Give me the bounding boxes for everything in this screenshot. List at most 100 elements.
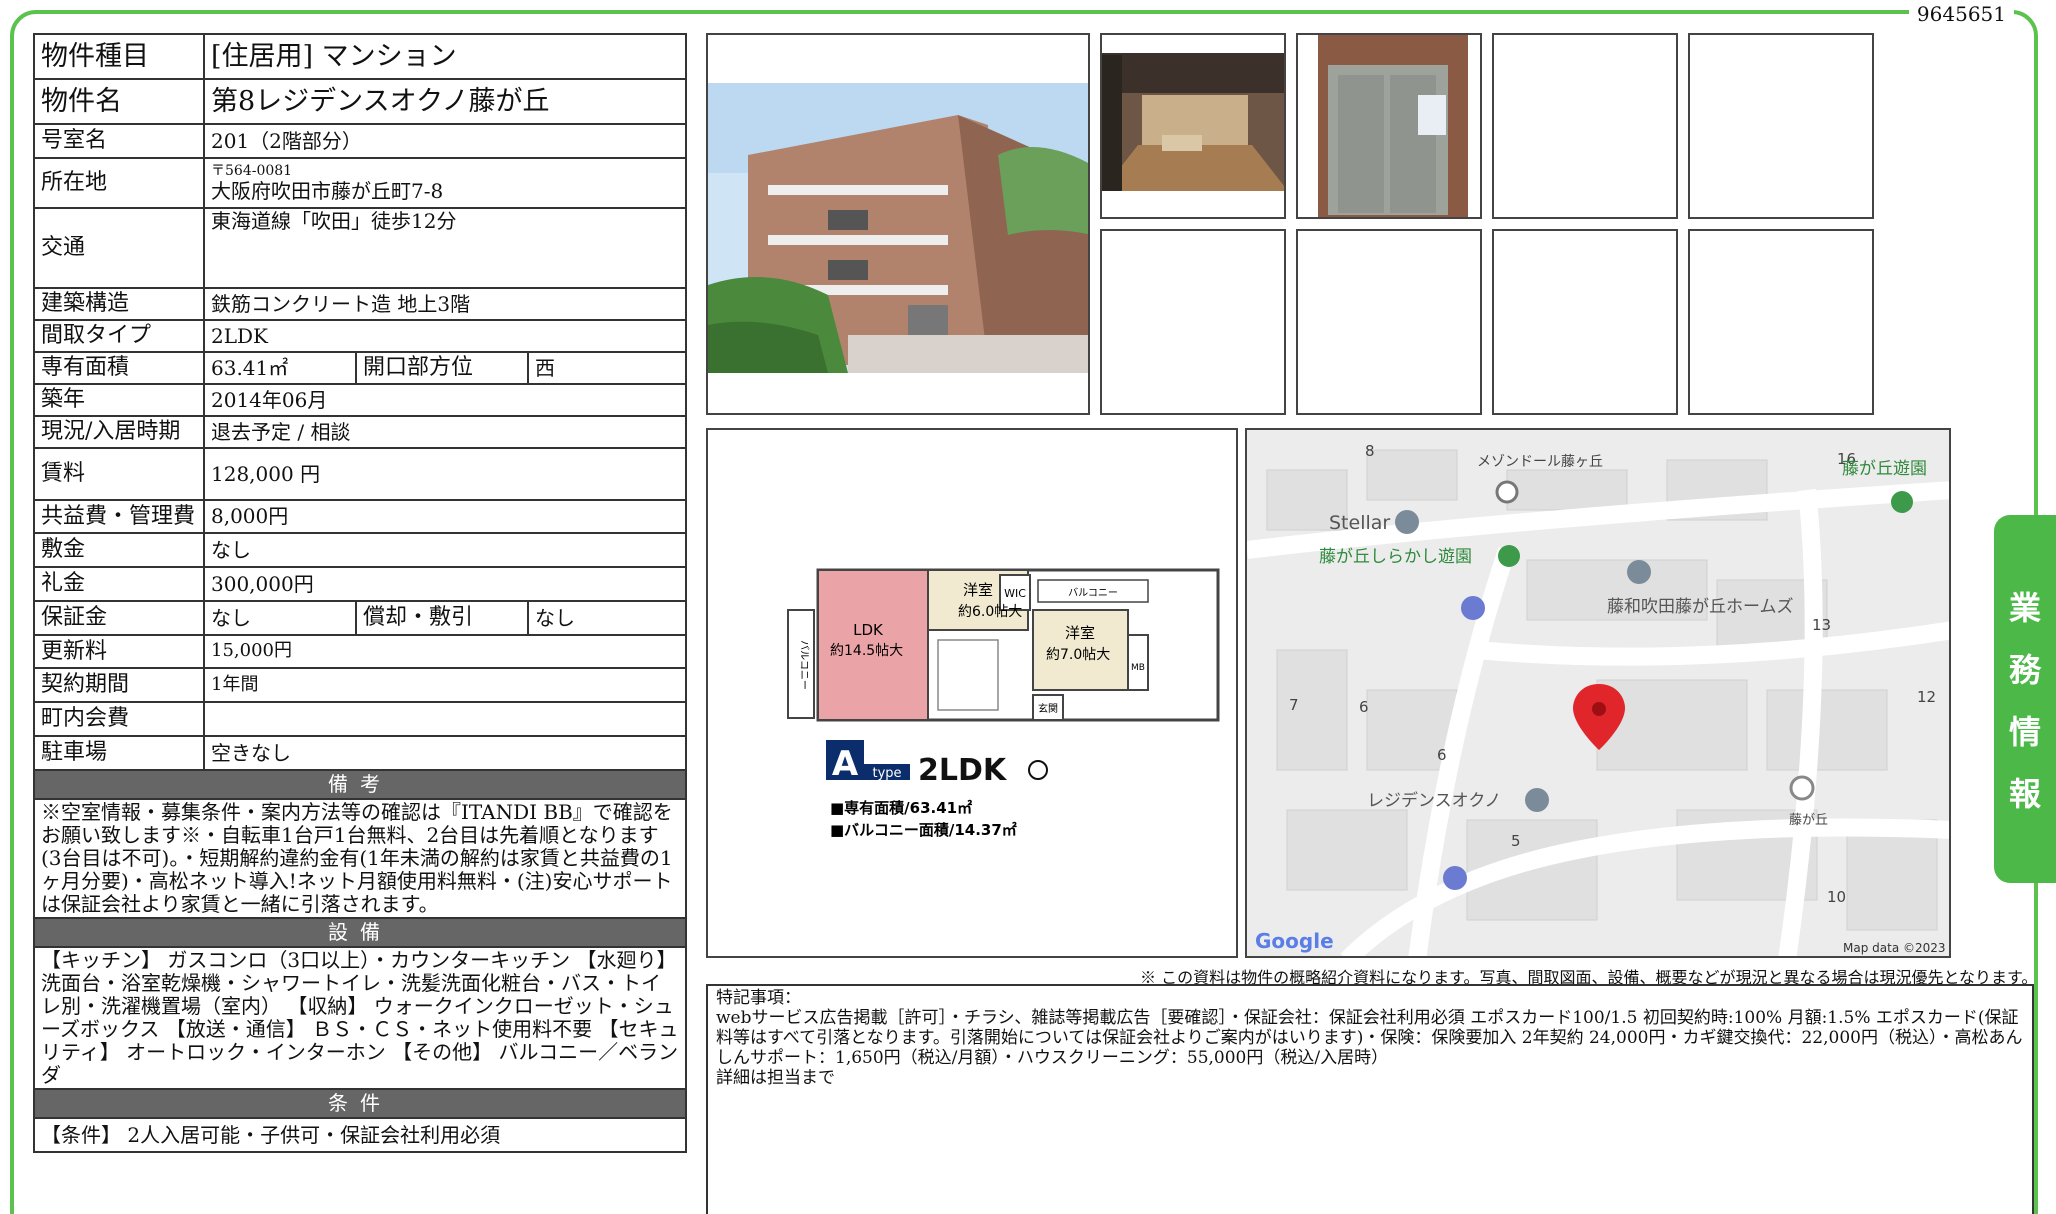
- place-pin-icon: [1395, 510, 1419, 534]
- mb-label: MB: [1131, 663, 1145, 673]
- interior-photo-door[interactable]: [1296, 33, 1482, 219]
- door-image: [1318, 35, 1468, 217]
- photo-slot-empty: [1492, 229, 1678, 415]
- room2-label: 洋室: [1065, 624, 1095, 642]
- photo-slot-empty: [1492, 33, 1678, 219]
- value-access: 東海道線「吹田」徒歩12分: [202, 207, 688, 289]
- ldk-label: LDK: [853, 621, 884, 639]
- photo-slot-empty: [1296, 229, 1482, 415]
- equipment-text: 【キッチン】 ガスコンロ（3口以上）・カウンターキッチン 【水廻り】 洗面台・浴…: [32, 946, 688, 1090]
- wic-label: WIC: [1004, 587, 1026, 600]
- type-layout: 2LDK: [918, 753, 1008, 788]
- postal-code: 〒564-0081: [211, 163, 293, 180]
- label-amortization: 償却・敷引: [355, 600, 529, 636]
- value-rent: 128,000 円: [202, 447, 688, 501]
- map-number: 6: [1359, 698, 1369, 716]
- location-map[interactable]: 8 16 13 12 7 6 6 5 10 メゾンドール藤ヶ丘 Stellar …: [1245, 428, 1951, 958]
- special-remarks-box: 特記事項： webサービス広告掲載［許可］・チラシ、雑誌等掲載広告［要確認］・保…: [706, 984, 2034, 1214]
- value-address: 〒564-0081 大阪府吹田市藤が丘町7-8: [202, 157, 688, 209]
- type-word: type: [872, 766, 901, 781]
- map-number: 13: [1812, 616, 1831, 634]
- label-access: 交通: [33, 207, 205, 289]
- parking-pin-icon: [1443, 866, 1467, 890]
- value-area: 63.41㎡: [203, 351, 357, 385]
- tab-char: 務: [2008, 651, 2041, 689]
- map-label-residence: レジデンスオクノ: [1367, 790, 1501, 811]
- remarks-footer: 詳細は担当まで: [716, 1068, 835, 1089]
- map-number: 12: [1917, 688, 1936, 706]
- label-key-money: 礼金: [33, 566, 205, 602]
- label-parking: 駐車場: [33, 735, 205, 771]
- map-label-towa: 藤和吹田藤が丘ホームズ: [1607, 597, 1794, 617]
- map-number: 8: [1365, 442, 1375, 460]
- map-label-park: 藤が丘しらかし遊園: [1319, 547, 1472, 567]
- place-pin-icon: [1525, 788, 1549, 812]
- map-drawing: 8 16 13 12 7 6 6 5 10 メゾンドール藤ヶ丘 Stellar …: [1247, 430, 1949, 956]
- equipment-header: 設備: [32, 917, 688, 948]
- map-label-fujigaoka-park: 藤が丘遊園: [1842, 459, 1927, 479]
- map-label-maison: メゾンドール藤ヶ丘: [1477, 454, 1603, 470]
- value-name: 第8レジデンスオクノ藤が丘: [202, 78, 688, 125]
- value-type: [住居用] マンション: [202, 33, 688, 80]
- place-pin-icon: [1495, 480, 1519, 504]
- value-contract: 1年間: [202, 667, 688, 703]
- value-amortization: なし: [526, 600, 688, 636]
- park-pin-icon: [1498, 545, 1520, 567]
- document-id: 9645651: [1908, 2, 2014, 26]
- map-label-stellar: Stellar: [1329, 512, 1390, 534]
- value-direction: 西: [526, 351, 688, 385]
- conditions-header: 条件: [32, 1088, 688, 1119]
- value-fee: 8,000円: [202, 499, 688, 534]
- photo-slot-empty: [1688, 229, 1874, 415]
- balcony-top-label: バルコニー: [1068, 587, 1118, 599]
- property-spec-table: 物件種目 [住居用] マンション 物件名 第8レジデンスオクノ藤が丘 号室名 201（…: [32, 33, 688, 1153]
- address-text: 大阪府吹田市藤が丘町7-8: [211, 178, 444, 203]
- entrance-image: [1102, 53, 1284, 191]
- label-area: 専有面積: [33, 351, 205, 385]
- label-contract: 契約期間: [33, 667, 205, 703]
- notes-header: 備考: [32, 769, 688, 800]
- label-name: 物件名: [33, 78, 205, 125]
- value-layout: 2LDK: [202, 319, 688, 353]
- business-info-tab[interactable]: 業 務 情 報: [1994, 515, 2056, 883]
- conditions-text: 【条件】 2人入居可能・子供可・保証会社利用必須: [32, 1117, 688, 1153]
- ldk-size: 約14.5帖大: [830, 643, 903, 659]
- map-credit: Map data ©2023: [1843, 941, 1946, 955]
- map-label-fujigaoka: 藤が丘: [1789, 813, 1828, 828]
- room1-label: 洋室: [963, 581, 993, 599]
- photo-slot-empty: [1688, 33, 1874, 219]
- place-pin-icon: [1789, 775, 1815, 801]
- remarks-body: webサービス広告掲載［許可］・チラシ、雑誌等掲載広告［要確認］・保証会社：保証…: [716, 1008, 2023, 1069]
- label-type: 物件種目: [33, 33, 205, 80]
- type-letter: A: [832, 744, 859, 784]
- photo-slot-empty: [1100, 229, 1286, 415]
- floorplan-drawing: 洋室 約6.0帖大 洋室 約7.0帖大 LDK 約14.5帖大 WIC バルコニ…: [787, 568, 1220, 839]
- place-pin-icon: [1627, 560, 1651, 584]
- area-line: ■専有面積/63.41㎡: [830, 799, 972, 817]
- google-logo: Google: [1255, 929, 1334, 953]
- value-renewal: 15,000円: [202, 634, 688, 669]
- floorplan-panel[interactable]: 洋室 約6.0帖大 洋室 約7.0帖大 LDK 約14.5帖大 WIC バルコニ…: [706, 428, 1238, 958]
- exterior-photo[interactable]: [706, 33, 1090, 415]
- room2-size: 約7.0帖大: [1046, 647, 1110, 663]
- tab-char: 報: [2008, 775, 2041, 813]
- label-built: 築年: [33, 383, 205, 417]
- value-deposit: なし: [202, 532, 688, 568]
- label-status: 現況/入居時期: [33, 415, 205, 449]
- map-number: 10: [1827, 888, 1846, 906]
- interior-photo-entrance[interactable]: [1100, 33, 1286, 219]
- label-renewal: 更新料: [33, 634, 205, 669]
- value-association: [202, 701, 688, 737]
- park-pin-icon: [1891, 491, 1913, 513]
- label-rent: 賃料: [33, 447, 205, 501]
- label-layout: 間取タイプ: [33, 319, 205, 353]
- notes-text: ※空室情報・募集条件・案内方法等の確認は『ITANDI BB』で確認をお願い致し…: [32, 798, 688, 919]
- map-number: 6: [1437, 746, 1447, 764]
- tab-char: 情: [2008, 713, 2041, 751]
- value-room: 201（2階部分）: [202, 123, 688, 159]
- balcony-line: ■バルコニー面積/14.37㎡: [830, 821, 1017, 839]
- map-number: 5: [1511, 832, 1521, 850]
- label-room: 号室名: [33, 123, 205, 159]
- value-guarantee: なし: [203, 600, 357, 636]
- entrance-label: 玄関: [1038, 702, 1058, 715]
